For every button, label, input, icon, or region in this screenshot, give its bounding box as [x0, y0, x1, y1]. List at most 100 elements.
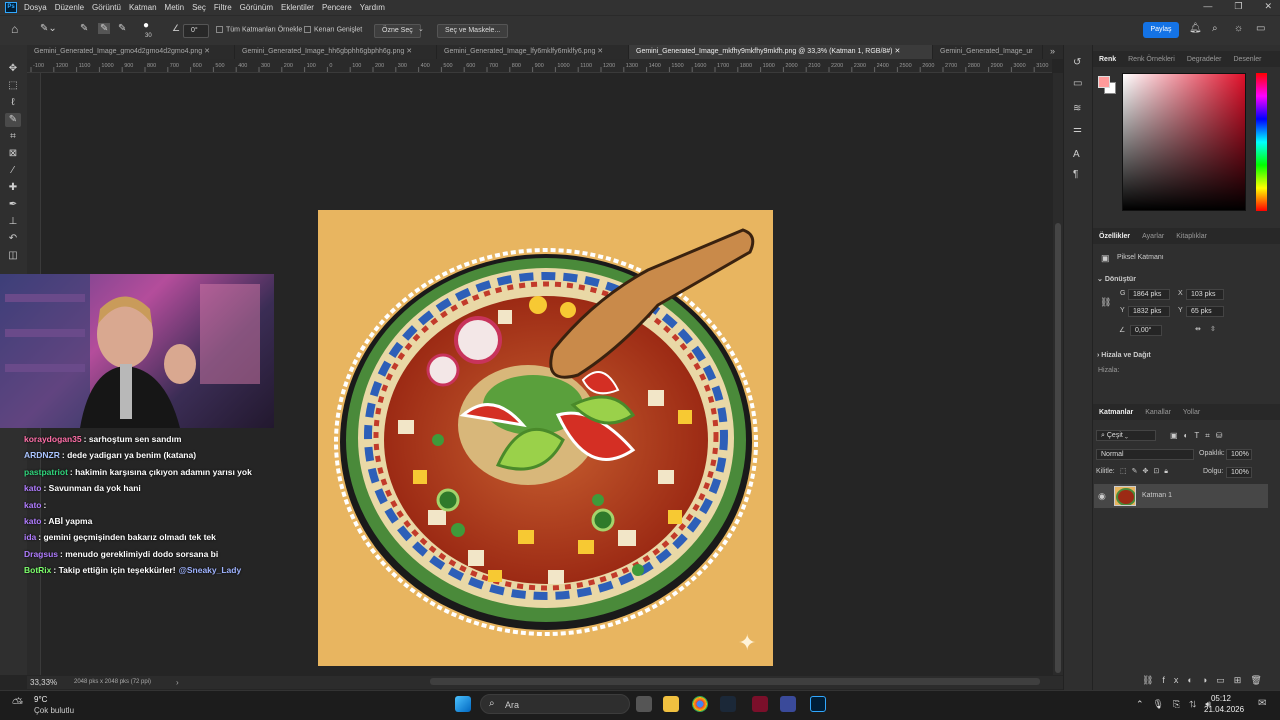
comments-icon[interactable]: ▭ — [1073, 78, 1082, 89]
task-view-icon[interactable] — [636, 696, 652, 712]
tab-renk-ornekleri[interactable]: Renk Örnekleri — [1122, 56, 1181, 63]
doc-tab[interactable]: Gemini_Generated_Image_ur — [933, 45, 1043, 59]
enhance-edge-checkbox[interactable]: Kenarı Genişlet — [304, 26, 362, 33]
history-brush-tool-icon[interactable]: ↶ — [5, 232, 21, 246]
doc-tab[interactable]: Gemini_Generated_Image_hh6gbphh6gbphh6g.… — [235, 45, 437, 59]
healing-tool-icon[interactable]: ✚ — [5, 181, 21, 195]
flip-horizontal-icon[interactable]: ⇹ — [1195, 325, 1201, 333]
lock-icons[interactable]: ⬚✎✥⊡🔒︎ — [1120, 467, 1173, 476]
chrome-icon[interactable] — [692, 696, 708, 712]
crop-tool-icon[interactable]: ⌗ — [5, 130, 21, 144]
tab-ayarlar[interactable]: Ayarlar — [1136, 233, 1170, 240]
eye-icon[interactable]: ◉ — [1098, 491, 1106, 502]
menu-sec[interactable]: Seç — [192, 3, 206, 12]
weather-icon[interactable]: ⛅︎ — [12, 695, 23, 712]
flip-vertical-icon[interactable]: ⇳ — [1210, 325, 1216, 333]
clock-date[interactable]: 21.04.2026 — [1204, 705, 1244, 714]
x-field[interactable]: 103 pks — [1186, 289, 1224, 300]
paragraph-icon[interactable]: ¶ — [1073, 169, 1078, 180]
marquee-tool-icon[interactable]: ⬚ — [5, 79, 21, 93]
status-chevron-icon[interactable]: › — [176, 678, 179, 687]
document-canvas[interactable]: ✦ — [318, 210, 773, 666]
tab-yollar[interactable]: Yollar — [1177, 409, 1206, 416]
menu-katman[interactable]: Katman — [129, 3, 157, 12]
tab-renk[interactable]: Renk — [1093, 56, 1122, 63]
search-icon[interactable]: ⌕ — [1212, 23, 1218, 34]
brush-settings-icon[interactable]: ≋ — [1073, 103, 1081, 114]
fill-field[interactable]: 100% — [1226, 467, 1252, 478]
menu-metin[interactable]: Metin — [165, 3, 185, 12]
home-icon[interactable]: ⌂ — [11, 22, 18, 36]
opacity-field[interactable]: 100% — [1226, 449, 1252, 460]
menu-yardim[interactable]: Yardım — [360, 3, 385, 12]
windows-start-icon[interactable] — [455, 696, 471, 712]
subtract-selection-icon[interactable]: ✎ — [118, 23, 126, 34]
move-tool-icon[interactable]: ✥ — [5, 62, 21, 76]
character-icon[interactable]: A — [1073, 149, 1080, 160]
share-button[interactable]: Paylaş — [1143, 22, 1179, 38]
scroll-thumb[interactable] — [1055, 223, 1061, 673]
link-icon[interactable]: ⛓ — [1100, 297, 1111, 308]
app-icon[interactable] — [752, 696, 768, 712]
brush-preview-icon[interactable]: ● — [143, 20, 149, 31]
app-icon[interactable] — [780, 696, 796, 712]
photoshop-taskbar-icon[interactable] — [810, 696, 826, 712]
eyedropper-tool-icon[interactable]: ⁄ — [5, 164, 21, 178]
tab-ozellikler[interactable]: Özellikler — [1093, 233, 1136, 240]
blend-mode-select[interactable]: Normal — [1096, 449, 1194, 460]
hue-slider[interactable] — [1256, 73, 1267, 211]
bell-icon[interactable]: 🔔︎ — [1189, 23, 1202, 34]
menu-duzenle[interactable]: Düzenle — [55, 3, 84, 12]
layer-name[interactable]: Katman 1 — [1142, 492, 1172, 499]
width-field[interactable]: 1864 pks — [1128, 289, 1170, 300]
tab-kitapliklar[interactable]: Kitaplıklar — [1170, 233, 1213, 240]
tabs-overflow-icon[interactable]: » — [1050, 46, 1055, 56]
history-icon[interactable]: ↺ — [1073, 57, 1081, 68]
tab-degradeler[interactable]: Degradeler — [1181, 56, 1228, 63]
tab-desenler[interactable]: Desenler — [1227, 56, 1267, 63]
close-icon[interactable]: ✕ — [1264, 1, 1272, 12]
lightbulb-icon[interactable]: ☼ — [1234, 23, 1243, 34]
workspace-icon[interactable]: ▭ — [1256, 23, 1265, 34]
layer-bottom-icons[interactable]: ⛓fx◐◑▭⊞🗑︎ — [1142, 675, 1271, 686]
adjustments-icon[interactable]: ⚌ — [1073, 124, 1082, 135]
menu-eklentiler[interactable]: Eklentiler — [281, 3, 314, 12]
brush-tool-icon[interactable]: ✒ — [5, 198, 21, 212]
taskbar-search[interactable]: ⌕ Ara — [480, 694, 630, 714]
notification-icon[interactable]: ✉ — [1258, 698, 1266, 709]
zoom-level[interactable]: 33,33% — [30, 678, 57, 687]
height-field[interactable]: 1832 pks — [1128, 306, 1170, 317]
select-subject-button[interactable]: Özne Seç — [374, 24, 421, 38]
frame-tool-icon[interactable]: ⊠ — [5, 147, 21, 161]
stamp-tool-icon[interactable]: ⊥ — [5, 215, 21, 229]
quick-select-tool-icon[interactable]: ✎⌄ — [40, 23, 57, 34]
select-and-mask-button[interactable]: Seç ve Maskele... — [437, 24, 509, 38]
foreground-color-swatch[interactable] — [1098, 76, 1110, 88]
add-selection-icon[interactable]: ✎ — [98, 23, 111, 34]
eraser-tool-icon[interactable]: ◫ — [5, 249, 21, 263]
menu-dosya[interactable]: Dosya — [24, 3, 47, 12]
chevron-down-icon[interactable]: ⌄ — [418, 25, 424, 33]
restore-icon[interactable]: ❐ — [1234, 1, 1242, 12]
quick-select-tool-icon[interactable]: ✎ — [5, 113, 21, 127]
vertical-scrollbar[interactable] — [1053, 73, 1063, 675]
minimize-icon[interactable]: — — [1203, 1, 1212, 12]
steam-icon[interactable] — [720, 696, 736, 712]
doc-tab[interactable]: Gemini_Generated_Image_gmo4d2gmo4d2gmo4.… — [27, 45, 235, 59]
menu-filtre[interactable]: Filtre — [214, 3, 232, 12]
sample-all-checkbox[interactable]: Tüm Katmanları Örnekle — [216, 26, 302, 33]
horizontal-scrollbar[interactable] — [430, 678, 1040, 685]
new-selection-icon[interactable]: ✎ — [80, 23, 88, 34]
angle-field[interactable]: 0° — [183, 24, 209, 38]
transform-title[interactable]: ⌄ Dönüştür — [1097, 275, 1136, 283]
tab-katmanlar[interactable]: Katmanlar — [1093, 409, 1139, 416]
doc-tab-active[interactable]: Gemini_Generated_Image_mkfhy9mkfhy9mkfh.… — [629, 45, 933, 59]
doc-tab[interactable]: Gemini_Generated_Image_lfy6mklfy6mklfy6.… — [437, 45, 629, 59]
align-title[interactable]: › Hizala ve Dağıt — [1097, 352, 1151, 359]
rotation-field[interactable]: 0,00° — [1130, 325, 1162, 336]
clock-time[interactable]: 05:12 — [1204, 694, 1238, 703]
lasso-tool-icon[interactable]: ℓ — [5, 96, 21, 110]
file-explorer-icon[interactable] — [663, 696, 679, 712]
layer-filter-select[interactable]: ⌕ Çeşit ⌄ — [1096, 430, 1156, 441]
menu-pencere[interactable]: Pencere — [322, 3, 352, 12]
